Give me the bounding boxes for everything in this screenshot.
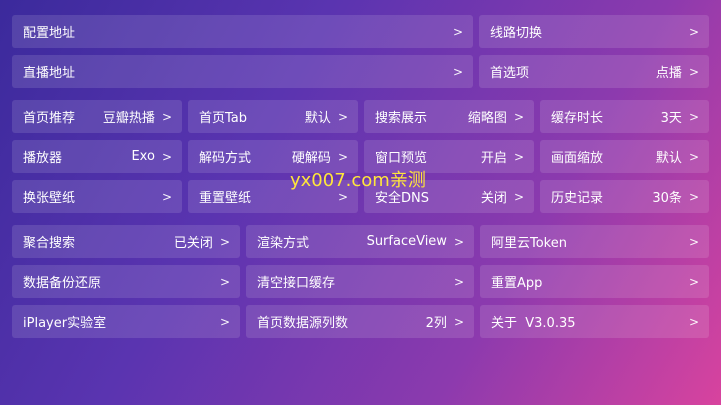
setting-change-wallpaper[interactable]: 换张壁纸 > [12,180,182,213]
setting-label: 线路切换 [490,26,543,41]
settings-row-8: iPlayer实验室 > 首页数据源列数 2列 > 关于 V3.0.35 > [0,305,721,338]
setting-label: 首页数据源列数 [257,316,349,331]
setting-label: 播放器 [23,151,63,166]
setting-data-backup[interactable]: 数据备份还原 > [12,265,240,298]
chevron-right-icon: > [161,109,172,124]
setting-value: 豆瓣热播 [102,111,155,126]
setting-value: 3天 [660,111,682,126]
setting-label: 重置壁纸 [199,191,252,206]
settings-row-7: 数据备份还原 > 清空接口缓存 > 重置App > [0,265,721,298]
setting-iplayer-lab[interactable]: iPlayer实验室 > [12,305,240,338]
chevron-right-icon: > [337,109,348,124]
chevron-right-icon: > [513,189,524,204]
chevron-right-icon: > [688,149,699,164]
setting-config-address[interactable]: 配置地址 > [12,15,473,48]
setting-label: 阿里云Token [491,236,567,251]
chevron-right-icon: > [161,149,172,164]
setting-value: 默认 [655,151,682,166]
setting-value: SurfaceView [366,234,447,249]
setting-home-tab[interactable]: 首页Tab 默认 > [188,100,358,133]
chevron-right-icon: > [219,234,230,249]
setting-reset-app[interactable]: 重置App > [480,265,709,298]
chevron-right-icon: > [453,234,464,249]
settings-row-1: 配置地址 > 线路切换 > [0,15,721,48]
setting-preference[interactable]: 首选项 点播 > [479,55,709,88]
setting-value: Exo [131,149,155,164]
setting-value: 30条 [652,191,682,206]
setting-label: 历史记录 [551,191,604,206]
chevron-right-icon: > [688,24,699,39]
chevron-right-icon: > [688,314,699,329]
setting-cache-duration[interactable]: 缓存时长 3天 > [540,100,709,133]
watermark-text: yx007.com亲测 [290,170,426,191]
chevron-right-icon: > [452,24,463,39]
setting-label: 缓存时长 [551,111,604,126]
chevron-right-icon: > [161,189,172,204]
chevron-right-icon: > [219,274,230,289]
setting-live-address[interactable]: 直播地址 > [12,55,473,88]
setting-label: 首页Tab [199,111,248,126]
setting-label: 首页推荐 [23,111,76,126]
setting-picture-scale[interactable]: 画面缩放 默认 > [540,140,709,173]
setting-home-columns[interactable]: 首页数据源列数 2列 > [246,305,474,338]
setting-player[interactable]: 播放器 Exo > [12,140,182,173]
setting-value: 硬解码 [291,151,331,166]
setting-line-switch[interactable]: 线路切换 > [479,15,709,48]
chevron-right-icon: > [688,109,699,124]
setting-home-recommend[interactable]: 首页推荐 豆瓣热播 > [12,100,182,133]
setting-value: 2列 [425,316,447,331]
setting-value: 默认 [304,111,331,126]
chevron-right-icon: > [688,274,699,289]
setting-label: iPlayer实验室 [23,316,107,331]
setting-label: 数据备份还原 [23,276,102,291]
settings-row-3: 首页推荐 豆瓣热播 > 首页Tab 默认 > 搜索展示 缩略图 > 缓存时长 3天 > [0,100,721,133]
chevron-right-icon: > [453,274,464,289]
setting-render-mode[interactable]: 渲染方式 SurfaceView > [246,225,474,258]
chevron-right-icon: > [513,109,524,124]
setting-label: 关于 V3.0.35 [491,316,576,331]
chevron-right-icon: > [452,64,463,79]
setting-value: 点播 [655,66,682,81]
setting-clear-cache[interactable]: 清空接口缓存 > [246,265,474,298]
setting-label: 解码方式 [199,151,252,166]
settings-row-6: 聚合搜索 已关闭 > 渲染方式 SurfaceView > 阿里云Token > [0,225,721,258]
chevron-right-icon: > [219,314,230,329]
chevron-right-icon: > [688,234,699,249]
setting-label: 重置App [491,276,543,291]
setting-label: 换张壁纸 [23,191,76,206]
setting-about[interactable]: 关于 V3.0.35 > [480,305,709,338]
chevron-right-icon: > [513,149,524,164]
setting-label: 首选项 [490,66,530,81]
setting-label: 配置地址 [23,26,76,41]
setting-label: 渲染方式 [257,236,310,251]
setting-label: 清空接口缓存 [257,276,336,291]
setting-label: 直播地址 [23,66,76,81]
setting-aliyun-token[interactable]: 阿里云Token > [480,225,709,258]
setting-value: 关闭 [480,191,507,206]
chevron-right-icon: > [688,64,699,79]
setting-history[interactable]: 历史记录 30条 > [540,180,709,213]
chevron-right-icon: > [688,189,699,204]
setting-search-display[interactable]: 搜索展示 缩略图 > [364,100,534,133]
setting-value: 已关闭 [173,236,213,251]
setting-label: 画面缩放 [551,151,604,166]
setting-value: 缩略图 [467,111,507,126]
setting-label: 窗口预览 [375,151,428,166]
setting-value: 开启 [480,151,507,166]
setting-label: 搜索展示 [375,111,428,126]
settings-row-2: 直播地址 > 首选项 点播 > [0,55,721,88]
setting-aggregate-search[interactable]: 聚合搜索 已关闭 > [12,225,240,258]
chevron-right-icon: > [337,149,348,164]
setting-label: 聚合搜索 [23,236,76,251]
chevron-right-icon: > [453,314,464,329]
